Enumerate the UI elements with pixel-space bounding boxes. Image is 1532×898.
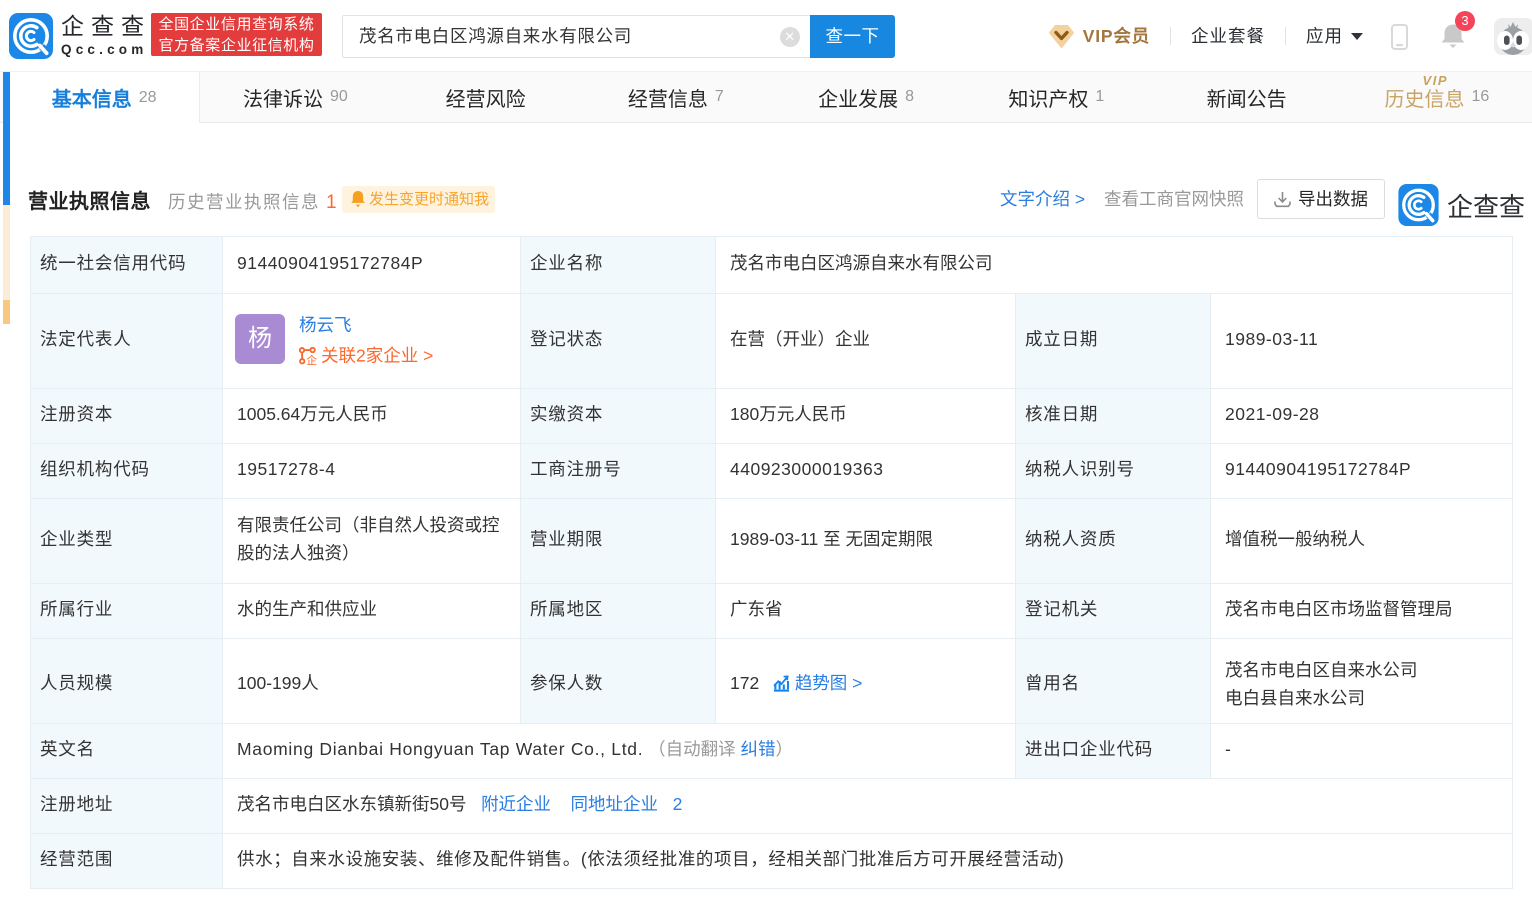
svg-text:企: 企 [306,353,317,365]
